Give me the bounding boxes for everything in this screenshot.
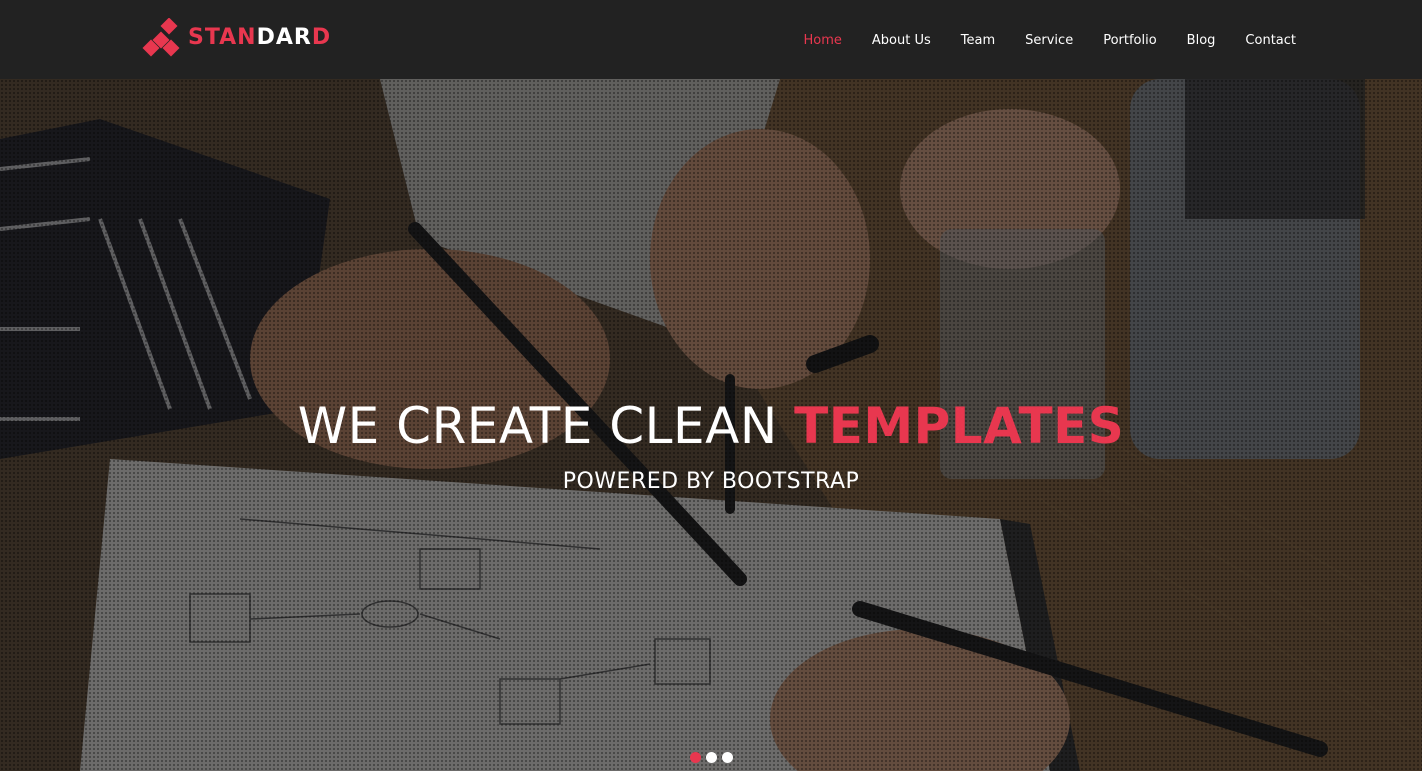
slide-indicator-1[interactable] — [690, 752, 701, 763]
diamond-logo-icon — [142, 17, 184, 58]
nav-item-contact[interactable]: Contact — [1245, 33, 1296, 48]
nav-item-service[interactable]: Service — [1025, 33, 1073, 48]
nav-item-team[interactable]: Team — [961, 33, 995, 48]
nav-item-blog[interactable]: Blog — [1187, 33, 1216, 48]
slide-indicator-3[interactable] — [722, 752, 733, 763]
slide-indicator-2[interactable] — [706, 752, 717, 763]
nav-item-home[interactable]: Home — [804, 33, 842, 48]
hero-title: WE CREATE CLEAN TEMPLATES — [297, 397, 1125, 455]
brand-logo[interactable]: STANDARD — [142, 17, 332, 58]
nav-item-about-us[interactable]: About Us — [872, 33, 931, 48]
main-nav: Home About Us Team Service Portfolio Blo… — [774, 0, 1296, 79]
brand-name: STANDARD — [188, 25, 332, 50]
nav-item-portfolio[interactable]: Portfolio — [1103, 33, 1156, 48]
slider-indicators — [690, 752, 738, 763]
hero-slider: WE CREATE CLEAN TEMPLATES POWERED BY BOO… — [0, 79, 1422, 771]
top-navbar: STANDARD Home About Us Team Service Port… — [0, 0, 1422, 79]
hero-subtitle: POWERED BY BOOTSTRAP — [562, 469, 860, 494]
